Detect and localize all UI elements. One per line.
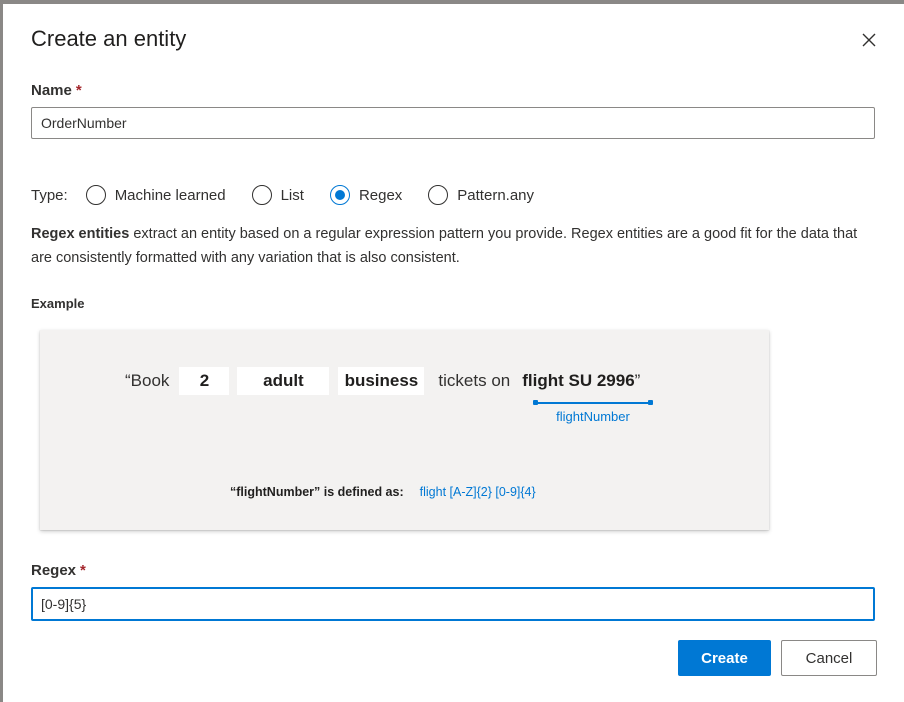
radio-list[interactable]: List (251, 185, 304, 205)
entity-definition: “flightNumber” is defined as: flight [A-… (230, 485, 536, 499)
create-button[interactable]: Create (678, 640, 771, 676)
example-chip: adult (237, 367, 330, 395)
radio-circle (85, 185, 106, 205)
dialog-title: Create an entity (31, 26, 187, 51)
definition-label: “flightNumber” is defined as: (230, 485, 404, 499)
radio-label: Regex (358, 186, 403, 204)
example-chip: 2 (179, 367, 230, 395)
cancel-button[interactable]: Cancel (781, 640, 877, 676)
radio-circle (251, 185, 272, 205)
close-button[interactable] (855, 26, 883, 54)
radio-machine-learned[interactable]: Machine learned (85, 185, 226, 205)
regex-input[interactable] (31, 587, 875, 621)
name-label: Name * (31, 82, 82, 99)
entity-tag: flightNumber (556, 409, 630, 424)
example-close-quote: ” (634, 371, 641, 390)
regex-label-text: Regex (31, 562, 77, 579)
type-label: Type: (31, 186, 68, 204)
example-sentence: “Book 2 adult business tickets on flight… (125, 366, 640, 396)
required-mark: * (80, 562, 86, 579)
required-mark: * (75, 82, 82, 99)
definition-value: flight [A-Z]{2} [0-9]{4} (419, 485, 536, 499)
radio-label: Machine learned (114, 186, 226, 204)
radio-circle (428, 185, 449, 205)
name-label-text: Name (31, 82, 72, 99)
radio-pattern-any[interactable]: Pattern.any (428, 185, 534, 205)
description-bold: Regex entities (31, 226, 130, 242)
example-card: “Book 2 adult business tickets on flight… (40, 330, 769, 530)
description-text: extract an entity based on a regular exp… (31, 226, 858, 266)
example-label: Example (31, 296, 85, 311)
example-open-text: “Book (125, 371, 170, 390)
radio-circle-checked (329, 185, 350, 205)
name-input[interactable] (31, 107, 875, 139)
radio-label: Pattern.any (457, 186, 535, 204)
example-chip: business (338, 367, 425, 395)
example-plain-text: tickets on (438, 371, 511, 390)
example-entity-text: flight SU 2996 (522, 371, 635, 390)
create-entity-dialog: Create an entity Name* Type: Machine lea… (3, 4, 904, 702)
entity-underline (533, 400, 653, 405)
type-description: Regex entities extract an entity based o… (31, 222, 881, 270)
radio-label: List (280, 186, 304, 204)
close-icon (862, 33, 876, 47)
regex-label: Regex * (31, 562, 86, 579)
type-radio-group: Type: Machine learned List Regex Pattern… (31, 184, 560, 206)
radio-regex[interactable]: Regex (329, 185, 403, 205)
